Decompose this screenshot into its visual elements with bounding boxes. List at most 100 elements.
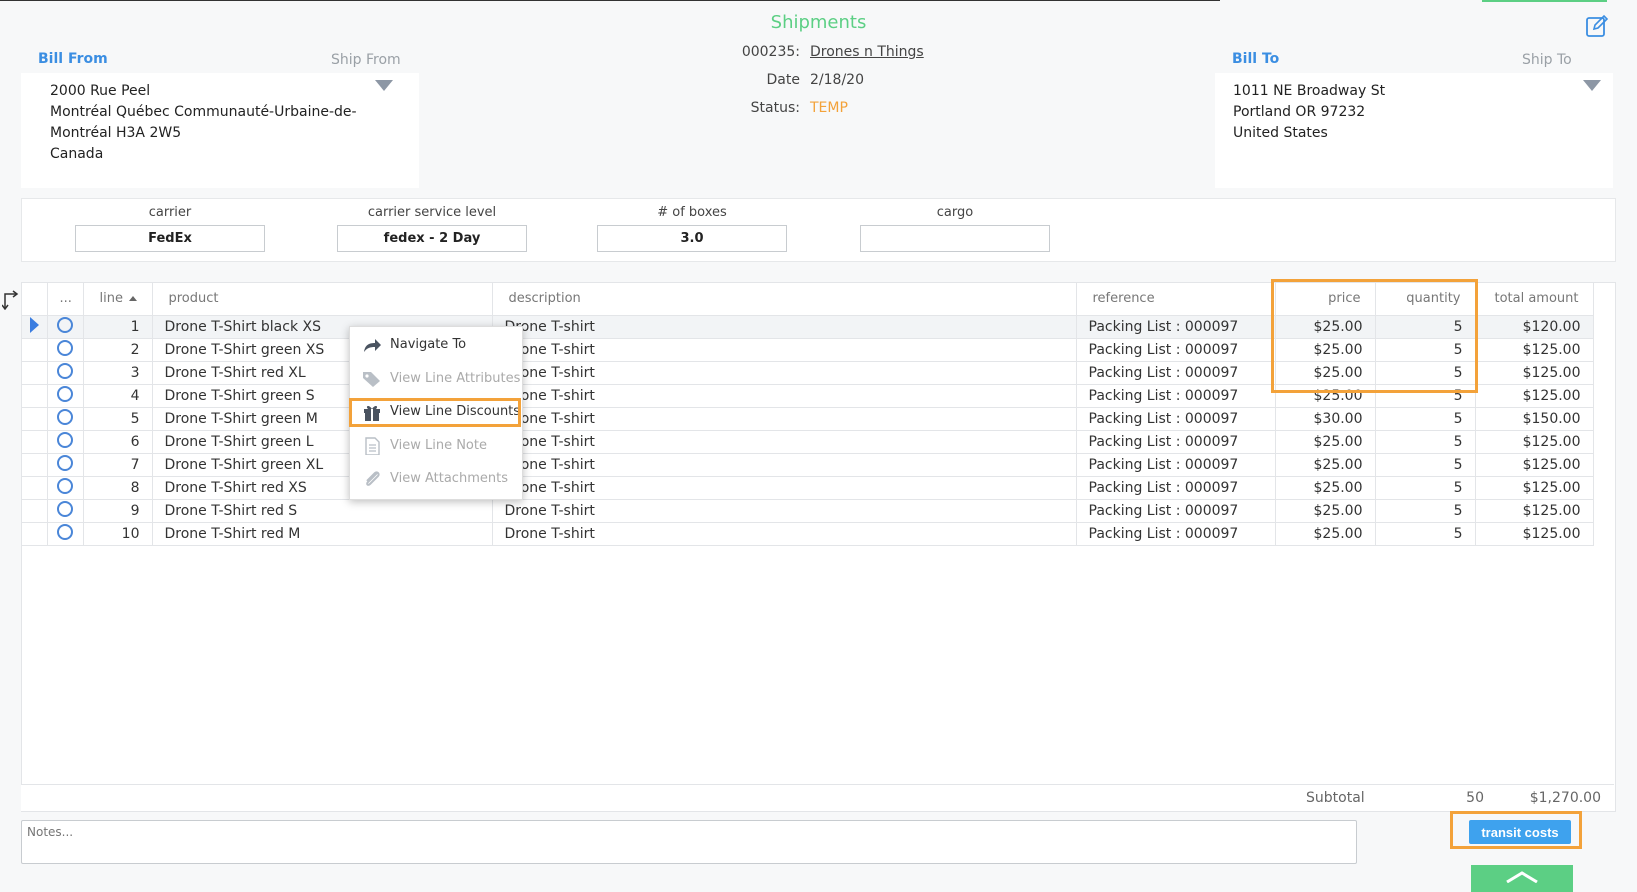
edit-icon[interactable] (1585, 14, 1609, 38)
table-row[interactable]: 8 Drone T-Shirt red XS Drone T-shirt Packin… (22, 476, 1594, 500)
row-indicator-cell[interactable] (22, 384, 48, 408)
line-cell[interactable]: 10 (83, 522, 153, 546)
column-header-line[interactable]: line (83, 283, 153, 316)
description-cell[interactable]: Drone T-shirt (492, 499, 1077, 523)
menu-item-navigate-to[interactable]: Navigate To (350, 329, 522, 361)
reference-cell[interactable]: Packing List : 000097 (1076, 476, 1276, 500)
line-cell[interactable]: 7 (83, 453, 153, 477)
row-select-radio[interactable] (57, 500, 73, 517)
row-select-radio[interactable] (57, 477, 73, 494)
line-cell[interactable]: 3 (83, 361, 153, 385)
menu-item-view-line-note[interactable]: View Line Note (350, 430, 522, 462)
description-cell[interactable]: Drone T-shirt (492, 315, 1077, 339)
reference-cell[interactable]: Packing List : 000097 (1076, 499, 1276, 523)
description-cell[interactable]: Drone T-shirt (492, 430, 1077, 454)
line-cell[interactable]: 6 (83, 430, 153, 454)
price-cell[interactable]: $25.00 (1275, 430, 1376, 454)
line-cell[interactable]: 1 (83, 315, 153, 339)
service-level-input[interactable]: fedex - 2 Day (337, 225, 527, 252)
row-indicator-cell[interactable] (22, 453, 48, 477)
reference-cell[interactable]: Packing List : 000097 (1076, 361, 1276, 385)
reference-cell[interactable]: Packing List : 000097 (1076, 384, 1276, 408)
table-row[interactable]: 9 Drone T-Shirt red S Drone T-shirt Packing… (22, 499, 1594, 523)
column-header-product[interactable]: product (152, 283, 493, 316)
notes-input[interactable] (22, 821, 1300, 843)
reference-cell[interactable]: Packing List : 000097 (1076, 522, 1276, 546)
description-cell[interactable]: Drone T-shirt (492, 476, 1077, 500)
reference-cell[interactable]: Packing List : 000097 (1076, 338, 1276, 362)
boxes-input[interactable]: 3.0 (597, 225, 787, 252)
row-select-cell[interactable] (47, 522, 84, 546)
price-cell[interactable]: $25.00 (1275, 476, 1376, 500)
row-select-radio[interactable] (57, 362, 73, 379)
quantity-cell[interactable]: 5 (1375, 476, 1476, 500)
row-select-cell[interactable] (47, 407, 84, 431)
description-cell[interactable]: Drone T-shirt (492, 453, 1077, 477)
menu-item-view-line-attributes[interactable]: View Line Attributes (350, 363, 522, 395)
quantity-cell[interactable]: 5 (1375, 522, 1476, 546)
total-cell[interactable]: $125.00 (1475, 361, 1594, 385)
total-cell[interactable]: $125.00 (1475, 430, 1594, 454)
row-select-radio[interactable] (57, 523, 73, 540)
row-select-cell[interactable] (47, 384, 84, 408)
total-cell[interactable]: $125.00 (1475, 522, 1594, 546)
row-indicator-cell[interactable] (22, 430, 48, 454)
row-select-cell[interactable] (47, 361, 84, 385)
total-cell[interactable]: $150.00 (1475, 407, 1594, 431)
reference-cell[interactable]: Packing List : 000097 (1076, 430, 1276, 454)
column-header-total[interactable]: total amount (1475, 283, 1594, 316)
column-header-reference[interactable]: reference (1076, 283, 1276, 316)
table-row[interactable]: 6 Drone T-Shirt green L Drone T-shirt Packi… (22, 430, 1594, 454)
row-select-cell[interactable] (47, 453, 84, 477)
line-cell[interactable]: 2 (83, 338, 153, 362)
ship-from-label[interactable]: Ship From (331, 52, 401, 68)
row-indicator-cell[interactable] (22, 499, 48, 523)
line-cell[interactable]: 5 (83, 407, 153, 431)
total-cell[interactable]: $125.00 (1475, 338, 1594, 362)
row-select-radio[interactable] (57, 339, 73, 356)
quantity-cell[interactable]: 5 (1375, 453, 1476, 477)
row-select-radio[interactable] (57, 385, 73, 402)
collapse-button[interactable] (1471, 865, 1573, 892)
row-select-cell[interactable] (47, 499, 84, 523)
table-row[interactable]: 7 Drone T-Shirt green XL Drone T-shirt Pack… (22, 453, 1594, 477)
total-cell[interactable]: $125.00 (1475, 384, 1594, 408)
row-indicator-cell[interactable] (22, 522, 48, 546)
quantity-cell[interactable]: 5 (1375, 499, 1476, 523)
row-select-cell[interactable] (47, 476, 84, 500)
price-cell[interactable]: $30.00 (1275, 407, 1376, 431)
cargo-input[interactable] (860, 225, 1050, 252)
row-select-cell[interactable] (47, 338, 84, 362)
row-select-radio[interactable] (57, 454, 73, 471)
product-cell[interactable]: Drone T-Shirt red M (152, 522, 493, 546)
row-select-radio[interactable] (57, 431, 73, 448)
row-select-radio[interactable] (57, 408, 73, 425)
total-cell[interactable]: $125.00 (1475, 476, 1594, 500)
line-cell[interactable]: 4 (83, 384, 153, 408)
line-cell[interactable]: 8 (83, 476, 153, 500)
total-cell[interactable]: $125.00 (1475, 499, 1594, 523)
price-cell[interactable]: $25.00 (1275, 453, 1376, 477)
description-cell[interactable]: Drone T-shirt (492, 361, 1077, 385)
price-cell[interactable]: $25.00 (1275, 522, 1376, 546)
address-dropdown-icon[interactable] (375, 80, 393, 91)
row-indicator-cell[interactable] (22, 361, 48, 385)
reference-cell[interactable]: Packing List : 000097 (1076, 453, 1276, 477)
carrier-input[interactable]: FedEx (75, 225, 265, 252)
customer-link[interactable]: Drones n Things (810, 44, 924, 60)
quantity-cell[interactable]: 5 (1375, 407, 1476, 431)
row-indicator-cell[interactable] (22, 476, 48, 500)
table-row[interactable]: 5 Drone T-Shirt green M Drone T-shirt Packi… (22, 407, 1594, 431)
row-indicator-cell[interactable] (22, 338, 48, 362)
description-cell[interactable]: Drone T-shirt (492, 338, 1077, 362)
ship-to-label[interactable]: Ship To (1522, 52, 1572, 68)
bill-to-label[interactable]: Bill To (1232, 51, 1279, 67)
table-row[interactable]: 10 Drone T-Shirt red M Drone T-shirt Packin… (22, 522, 1594, 546)
menu-item-view-attachments[interactable]: View Attachments (350, 463, 522, 495)
total-cell[interactable]: $125.00 (1475, 453, 1594, 477)
row-indicator-cell[interactable] (22, 407, 48, 431)
reference-cell[interactable]: Packing List : 000097 (1076, 315, 1276, 339)
row-select-cell[interactable] (47, 315, 84, 339)
notes-field[interactable] (21, 820, 1357, 864)
row-select-cell[interactable] (47, 430, 84, 454)
